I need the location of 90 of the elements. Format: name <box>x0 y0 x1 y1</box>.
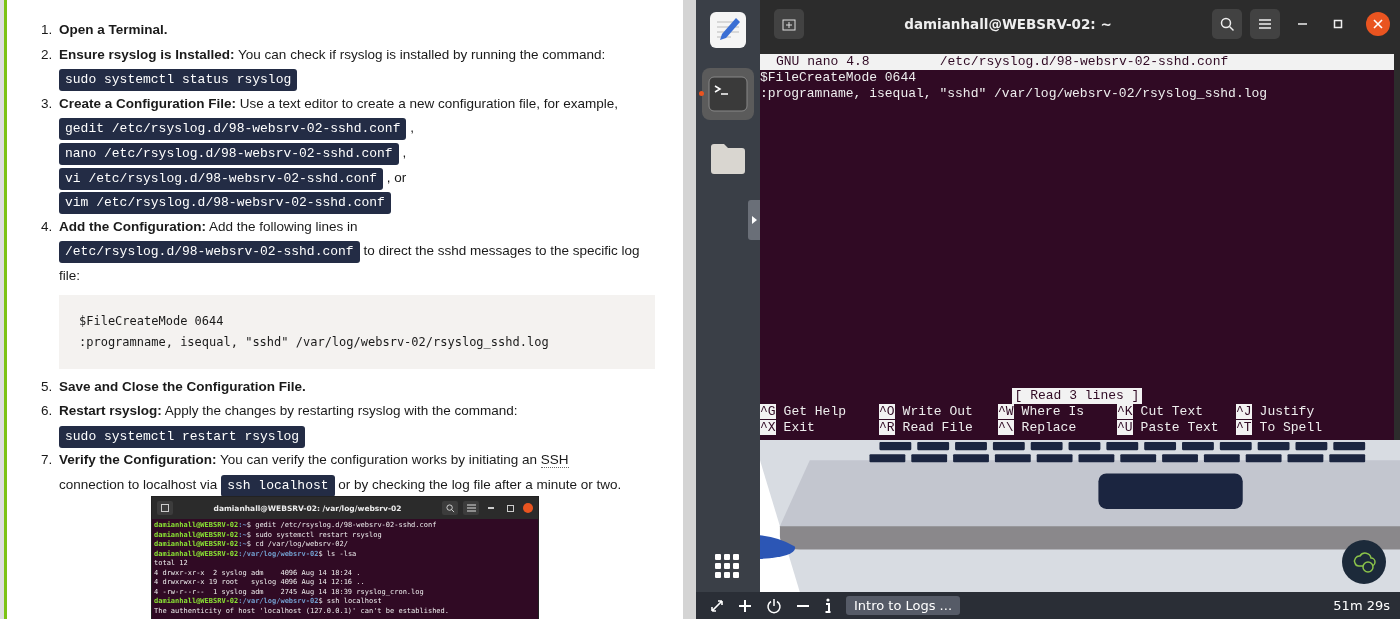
step-text: , or <box>386 169 407 185</box>
step-title: Open a Terminal. <box>59 22 168 37</box>
close-icon <box>523 503 533 513</box>
inline-code: sudo systemctl status rsyslog <box>59 69 298 92</box>
dock-handle-icon[interactable] <box>748 200 760 240</box>
shortcut-label: Justify <box>1259 404 1315 419</box>
step-number: 7. <box>41 451 54 470</box>
file-name: /etc/rsyslog.d/98-websrv-02-sshd.conf <box>939 54 1229 70</box>
step-text: Apply the changes by restarting rsyslog with the command: <box>164 403 518 419</box>
step-number: 5. <box>41 377 54 396</box>
shortcut-key: ^O <box>879 404 895 419</box>
minimize-icon <box>1297 23 1307 25</box>
abbreviation: SSH <box>540 452 569 469</box>
shortcut-key: ^\ <box>998 420 1014 435</box>
timer: 51m 29s <box>1333 598 1390 613</box>
inline-code: vim /etc/rsyslog.d/98-websrv-02-sshd.conf <box>59 192 391 215</box>
step-title: Verify the Configuration: <box>59 452 217 468</box>
shortcut-label: To Spell <box>1259 420 1323 435</box>
shortcut-key: ^K <box>1117 404 1133 419</box>
shortcut-label: Exit <box>783 420 815 435</box>
text-editor-icon <box>708 10 748 50</box>
step-title: Create a Configuration File: <box>59 95 237 111</box>
shortcut-label: Paste Text <box>1140 420 1219 435</box>
step-title: Restart rsyslog: <box>59 403 162 419</box>
new-tab-icon <box>782 17 796 31</box>
plus-icon[interactable] <box>738 598 752 613</box>
terminal-icon <box>708 76 748 112</box>
step-text: file: <box>59 267 80 283</box>
minimize-icon <box>488 507 494 509</box>
shortcut-label: Cut Text <box>1140 404 1204 419</box>
step-number: 2. <box>41 45 54 64</box>
new-tab-icon <box>157 501 173 515</box>
shortcut-key: ^G <box>760 404 776 419</box>
search-button[interactable] <box>1212 9 1242 39</box>
step-text: You can check if rsyslog is installed by running the command: <box>238 46 606 62</box>
shortcut-label: Read File <box>902 420 973 435</box>
step-title: Add the Configuration: <box>59 218 206 234</box>
window-title: damianhall@WEBSRV-02: ~ <box>903 16 1113 32</box>
shortcut-key: ^U <box>1117 420 1133 435</box>
fullscreen-icon[interactable] <box>710 598 724 613</box>
menu-icon <box>463 501 479 515</box>
inline-code: ssh localhost <box>221 474 335 497</box>
shortcut-key: ^T <box>1236 420 1252 435</box>
step-text: , <box>402 144 407 160</box>
step-number: 6. <box>41 402 54 421</box>
status-message: [ Read 3 lines ] <box>1011 388 1143 404</box>
close-button[interactable] <box>1366 12 1390 36</box>
step-text: connection to localhost via <box>59 476 218 492</box>
maximize-icon <box>1333 19 1343 29</box>
menu-button[interactable] <box>1250 9 1280 39</box>
inline-code: /etc/rsyslog.d/98-websrv-02-sshd.conf <box>59 241 360 264</box>
session-button[interactable]: Intro to Logs ... <box>846 596 961 615</box>
menu-icon <box>1258 18 1272 30</box>
shortcut-key: ^R <box>879 420 895 435</box>
shortcut-key: ^X <box>760 420 776 435</box>
shortcut-label: Where Is <box>1021 404 1085 419</box>
search-icon <box>1219 16 1235 32</box>
step-title: Ensure rsyslog is Installed: <box>59 46 235 62</box>
step-number: 3. <box>41 94 54 113</box>
shortcut-label: Get Help <box>783 404 847 419</box>
inline-code: sudo systemctl restart rsyslog <box>59 425 306 448</box>
step-text: Add the following lines in <box>209 218 358 234</box>
close-icon <box>1373 19 1383 29</box>
shortcut-key: ^J <box>1236 404 1252 419</box>
search-icon <box>442 501 458 515</box>
inline-code: gedit /etc/rsyslog.d/98-websrv-02-sshd.conf <box>59 118 407 141</box>
chat-icon <box>1351 551 1377 573</box>
step-text: or by checking the log file after a minute or two. <box>338 476 622 492</box>
step-text: You can verify the configuration works by initiating an <box>220 452 537 468</box>
shortcut-key: ^W <box>998 404 1014 419</box>
inline-code: nano /etc/rsyslog.d/98-websrv-02-sshd.conf <box>59 142 399 165</box>
new-tab-button[interactable] <box>774 9 804 39</box>
folder-icon <box>709 141 747 175</box>
editor-line: $FileCreateMode 0644 <box>760 70 918 86</box>
inline-code: vi /etc/rsyslog.d/98-websrv-02-sshd.conf <box>59 167 384 190</box>
app-grid-icon[interactable] <box>715 554 741 580</box>
step-text: , <box>410 120 414 136</box>
step-text: Use a text editor to create a new configuration file, for example, <box>239 95 618 111</box>
power-icon[interactable] <box>766 597 782 614</box>
editor-line: :programname, isequal, "sshd" /var/log/websrv-02/rsyslog_sshd.log <box>760 86 1269 102</box>
code-block: $FileCreateMode 0644 :programname, isequal, "sshd" /var/log/websrv-02/rsyslog_sshd.log <box>59 294 655 369</box>
step-number: 4. <box>41 217 54 236</box>
shortcut-label: Write Out <box>902 404 973 419</box>
info-icon[interactable] <box>824 597 832 614</box>
step-title: Save and Close the Configuration File. <box>59 378 306 394</box>
step-text: to direct the sshd messages to the specific log <box>363 243 640 259</box>
nano-version: GNU nano 4.8 <box>776 54 870 70</box>
maximize-icon <box>507 504 514 512</box>
step-number: 1. <box>41 21 54 39</box>
shortcut-label: Replace <box>1021 420 1077 435</box>
